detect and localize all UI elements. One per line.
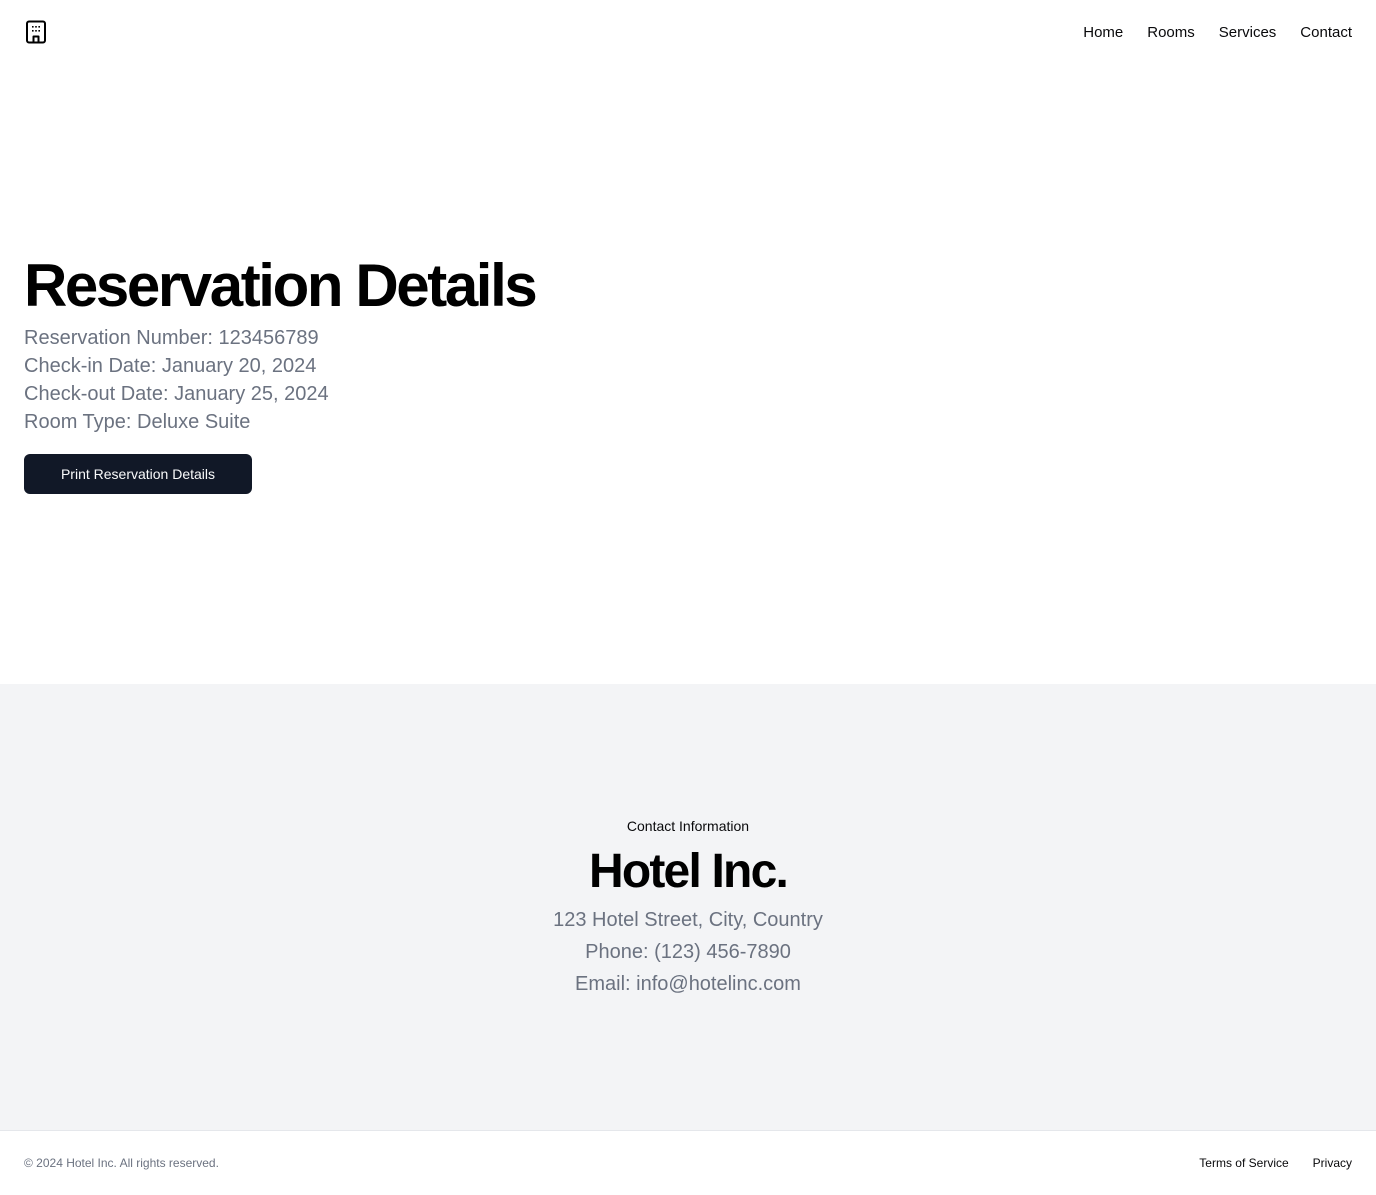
company-name: Hotel Inc. <box>588 845 789 898</box>
reservation-details: Reservation Number: 123456789 Check-in D… <box>24 324 1024 436</box>
contact-phone: Phone: (123) 456-7890 <box>585 941 791 963</box>
site-footer: © 2024 Hotel Inc. All rights reserved. T… <box>0 1130 1376 1195</box>
nav-services-link[interactable]: Services <box>1219 24 1277 41</box>
footer-links: Terms of Service Privacy <box>1199 1156 1352 1170</box>
check-out-date: Check-out Date: January 25, 2024 <box>24 383 329 405</box>
contact-eyebrow: Contact Information <box>626 818 750 834</box>
nav-rooms-link[interactable]: Rooms <box>1147 24 1195 41</box>
site-header: Home Rooms Services Contact <box>0 0 1376 64</box>
main-nav: Home Rooms Services Contact <box>1083 24 1352 41</box>
contact-email: Email: info@hotelinc.com <box>575 973 801 995</box>
contact-section: Contact Information Hotel Inc. 123 Hotel… <box>0 684 1376 1130</box>
check-in-date: Check-in Date: January 20, 2024 <box>24 355 317 377</box>
copyright-text: © 2024 Hotel Inc. All rights reserved. <box>24 1156 219 1170</box>
nav-home-link[interactable]: Home <box>1083 24 1123 41</box>
print-reservation-button[interactable]: Print Reservation Details <box>24 454 252 494</box>
hotel-building-icon[interactable] <box>24 20 48 44</box>
contact-address: 123 Hotel Street, City, Country <box>553 909 823 931</box>
page-title: Reservation Details <box>24 252 538 319</box>
privacy-link[interactable]: Privacy <box>1313 1156 1352 1170</box>
nav-contact-link[interactable]: Contact <box>1300 24 1352 41</box>
reservation-number: Reservation Number: 123456789 <box>24 327 319 349</box>
reservation-section: Reservation Details Reservation Number: … <box>24 252 1024 494</box>
room-type: Room Type: Deluxe Suite <box>24 411 251 433</box>
terms-of-service-link[interactable]: Terms of Service <box>1199 1156 1288 1170</box>
